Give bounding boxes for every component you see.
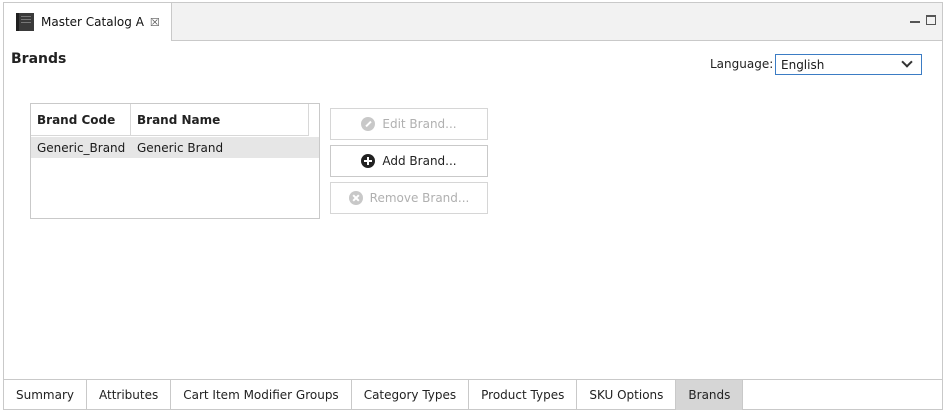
brands-table: Brand Code Brand Name Generic_Brand Gene…	[30, 103, 320, 219]
maximize-icon[interactable]	[926, 15, 936, 25]
brand-code-cell: Generic_Brand	[37, 140, 126, 155]
tab-cart-item-modifier-groups[interactable]: Cart Item Modifier Groups	[171, 380, 352, 410]
remove-brand-label: Remove Brand...	[369, 191, 470, 205]
editor-tab-master-catalog[interactable]: Master Catalog A ☒	[4, 3, 172, 41]
table-header: Brand Code Brand Name	[31, 104, 309, 136]
chevron-down-icon	[901, 56, 913, 68]
tab-category-types[interactable]: Category Types	[352, 380, 470, 410]
edit-icon	[361, 117, 376, 131]
language-select[interactable]: English	[775, 54, 922, 75]
catalog-icon	[16, 13, 34, 31]
remove-icon	[348, 191, 363, 205]
editor-tab-bar: Master Catalog A ☒	[4, 3, 942, 41]
editor-page-tabs: Summary Attributes Cart Item Modifier Gr…	[4, 379, 942, 410]
edit-brand-label: Edit Brand...	[382, 117, 457, 131]
tab-attributes[interactable]: Attributes	[87, 380, 172, 410]
add-brand-label: Add Brand...	[382, 154, 457, 168]
catalog-editor: ::: Master Catalog A ☒ Brands Language: …	[3, 1, 943, 410]
table-row[interactable]: Generic_Brand Generic Brand	[31, 137, 319, 158]
page-title: Brands	[11, 51, 67, 67]
tab-product-types[interactable]: Product Types	[469, 380, 578, 410]
tab-brands[interactable]: Brands	[676, 380, 744, 410]
brand-name-cell: Generic Brand	[137, 140, 224, 155]
minimize-icon[interactable]	[910, 15, 920, 23]
column-header-brand-code[interactable]: Brand Code	[31, 104, 131, 136]
language-label: Language:	[710, 57, 774, 71]
tab-summary[interactable]: Summary	[4, 380, 87, 410]
tab-sku-options[interactable]: SKU Options	[577, 380, 677, 410]
remove-brand-button[interactable]: Remove Brand...	[330, 182, 488, 214]
editor-tab-title: Master Catalog A	[41, 15, 144, 29]
add-icon	[361, 154, 376, 168]
column-header-brand-name[interactable]: Brand Name	[131, 104, 309, 136]
close-icon[interactable]: ☒	[150, 17, 160, 28]
window-controls	[910, 15, 936, 25]
edit-brand-button[interactable]: Edit Brand...	[330, 108, 488, 140]
add-brand-button[interactable]: Add Brand...	[330, 145, 488, 177]
language-selected-value: English	[781, 57, 825, 72]
